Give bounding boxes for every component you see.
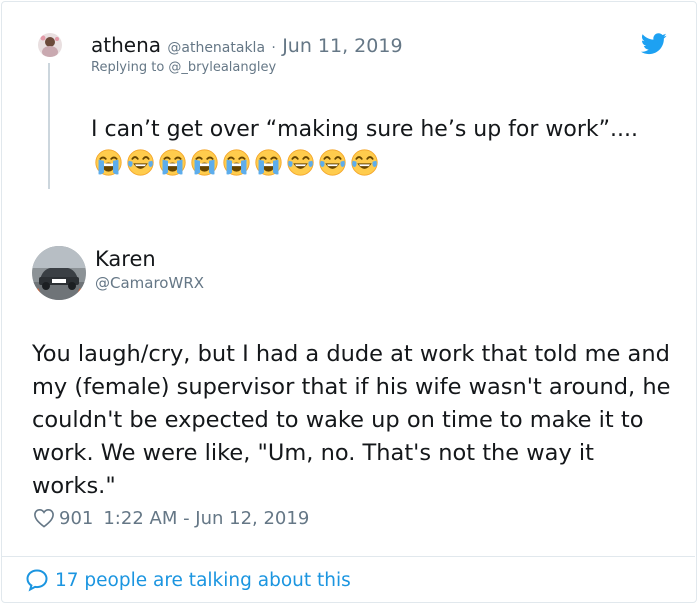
main-avatar[interactable] <box>32 246 86 300</box>
parent-date[interactable]: Jun 11, 2019 <box>282 35 402 57</box>
parent-tweet-text: I can’t get over “making sure he’s up fo… <box>91 117 639 142</box>
parent-handle[interactable]: @athenatakla <box>167 40 265 56</box>
thread-connector-line <box>48 63 50 189</box>
like-count[interactable]: 901 <box>59 508 93 529</box>
conversation-label[interactable]: 17 people are talking about this <box>55 570 351 591</box>
emoji-row <box>91 146 379 178</box>
main-tweet-text: You laugh/cry, but I had a dude at work … <box>32 341 671 499</box>
loudly-crying-face-emoji <box>158 148 187 177</box>
conversation-link[interactable]: 17 people are talking about this <box>25 568 351 592</box>
header-separator: · <box>271 40 276 56</box>
loudly-crying-face-emoji <box>222 148 251 177</box>
main-display-name[interactable]: Karen <box>95 246 156 272</box>
parent-avatar[interactable] <box>38 33 62 57</box>
face-with-tears-of-joy-emoji <box>318 148 347 177</box>
loudly-crying-face-emoji <box>94 148 123 177</box>
speech-bubble-icon <box>26 569 48 592</box>
parent-tweet-body: I can’t get over “making sure he’s up fo… <box>91 114 651 178</box>
loudly-crying-face-emoji <box>190 148 219 177</box>
tweet-timestamp[interactable]: 1:22 AM - Jun 12, 2019 <box>103 508 309 529</box>
tweet-meta-row: 901 1:22 AM - Jun 12, 2019 <box>33 505 309 531</box>
face-with-tears-of-joy-emoji <box>286 148 315 177</box>
face-with-tears-of-joy-emoji <box>350 148 379 177</box>
replying-to-text[interactable]: Replying to @_brylealangley <box>91 60 276 75</box>
loudly-crying-face-emoji <box>254 148 283 177</box>
main-handle[interactable]: @CamaroWRX <box>95 274 204 292</box>
parent-tweet-header: athena @athenatakla · Jun 11, 2019 <box>91 32 403 61</box>
twitter-bird-icon[interactable] <box>641 33 667 55</box>
face-with-tears-of-joy-emoji <box>126 148 155 177</box>
footer-divider <box>1 556 695 557</box>
heart-outline-icon[interactable] <box>33 508 55 528</box>
parent-display-name[interactable]: athena <box>91 33 161 57</box>
